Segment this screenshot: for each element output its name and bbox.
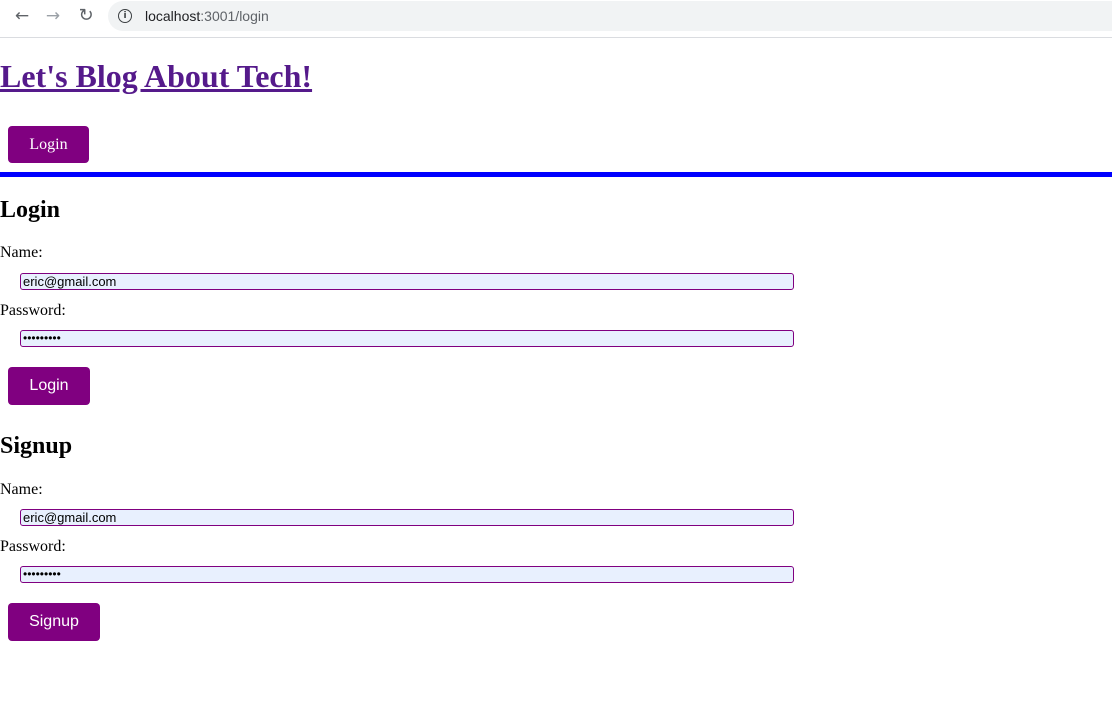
- login-password-input[interactable]: •••••••••: [20, 330, 794, 347]
- signup-password-label: Password:: [0, 538, 66, 555]
- browser-toolbar: ← → ↻ i localhost:3001/login: [0, 0, 1112, 38]
- forward-arrow-icon[interactable]: →: [43, 6, 63, 26]
- signup-password-input[interactable]: •••••••••: [20, 566, 794, 583]
- login-name-input[interactable]: eric@gmail.com: [20, 273, 794, 290]
- info-icon[interactable]: i: [118, 9, 132, 23]
- signup-submit-button[interactable]: Signup: [8, 603, 100, 641]
- nav-login-button[interactable]: Login: [8, 126, 89, 163]
- reload-icon[interactable]: ↻: [76, 6, 96, 26]
- header-divider: [0, 172, 1112, 177]
- login-password-label: Password:: [0, 302, 66, 319]
- address-bar[interactable]: i localhost:3001/login: [108, 1, 1112, 31]
- url-host: localhost: [145, 8, 201, 24]
- login-name-label: Name:: [0, 244, 43, 261]
- url-text[interactable]: localhost:3001/login: [145, 8, 269, 24]
- site-title-link[interactable]: Let's Blog About Tech!: [0, 58, 312, 95]
- login-submit-button[interactable]: Login: [8, 367, 90, 405]
- signup-name-label: Name:: [0, 481, 43, 498]
- back-arrow-icon[interactable]: ←: [12, 6, 32, 26]
- signup-name-input[interactable]: eric@gmail.com: [20, 509, 794, 526]
- signup-heading: Signup: [0, 433, 73, 459]
- login-heading: Login: [0, 197, 61, 223]
- url-path: :3001/login: [200, 8, 269, 24]
